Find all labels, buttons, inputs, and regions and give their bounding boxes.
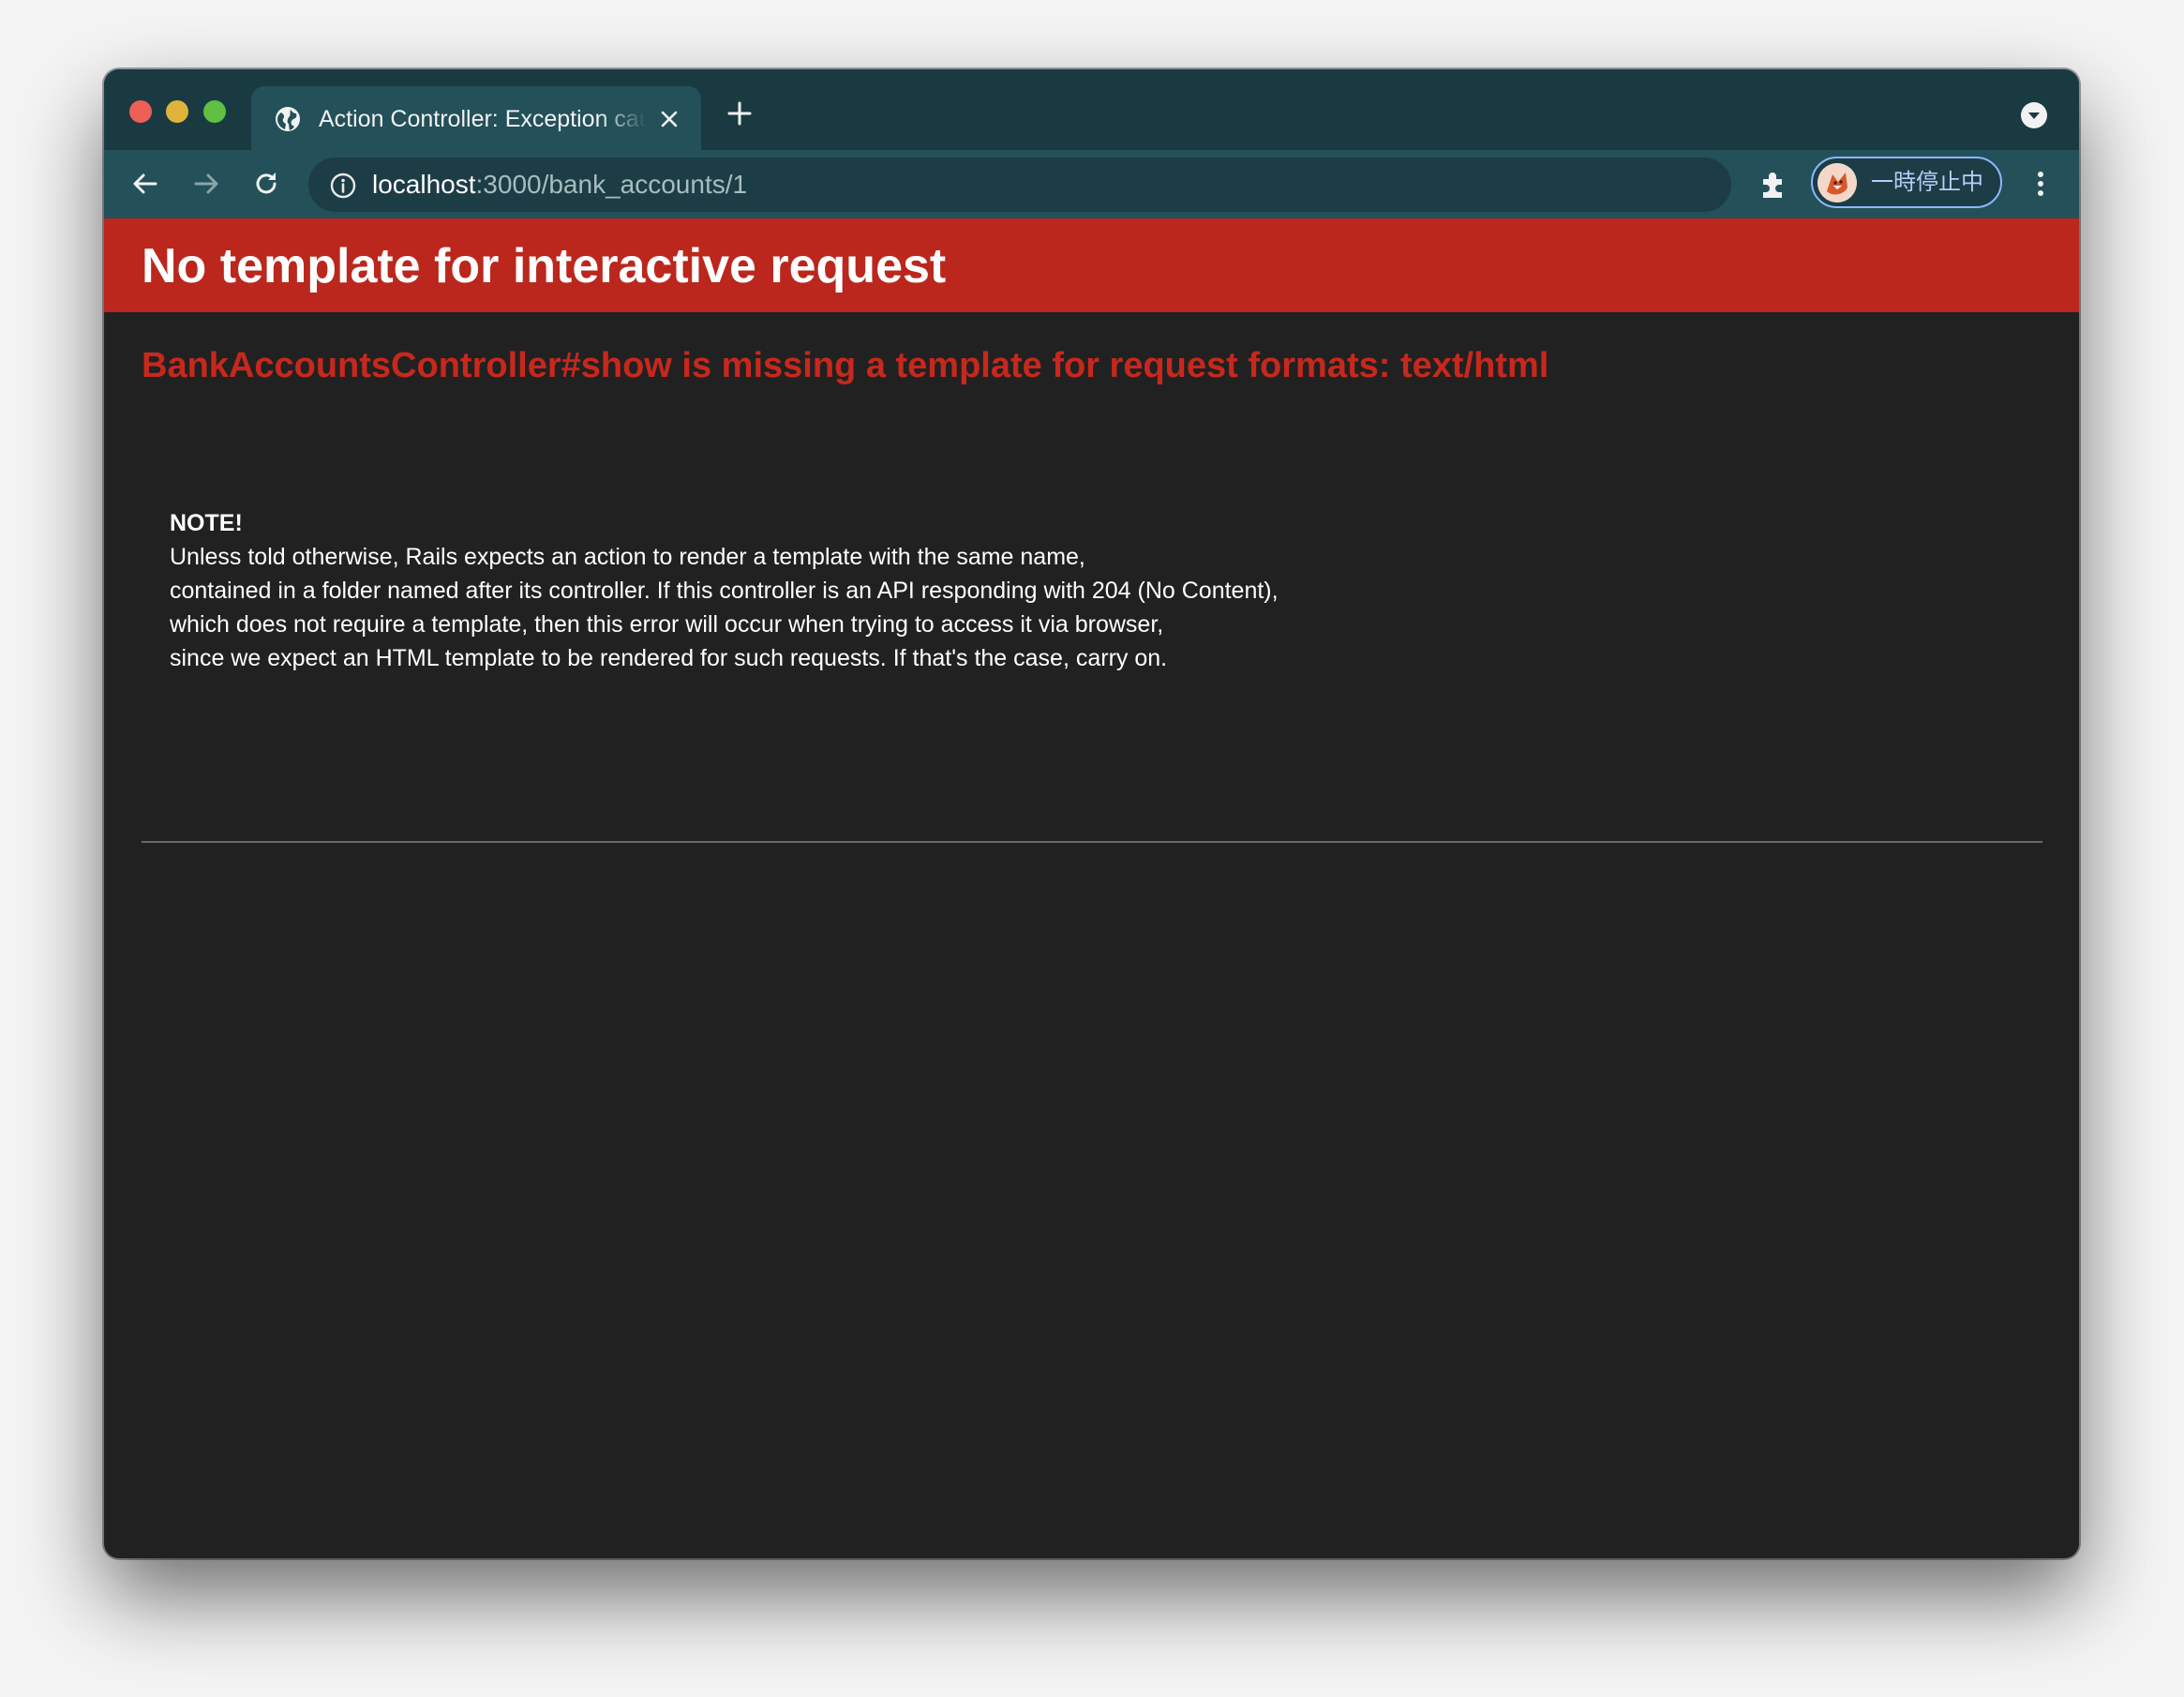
close-tab-icon[interactable] [658, 108, 681, 130]
profile-status-label: 一時停止中 [1871, 170, 1983, 195]
url-text[interactable]: localhost:3000/bank_accounts/1 [372, 168, 747, 202]
horizontal-divider [142, 841, 2042, 843]
address-bar[interactable]: localhost:3000/bank_accounts/1 G [308, 158, 1914, 212]
error-banner: No template for interactive request [104, 218, 2079, 312]
page-title: No template for interactive request [142, 239, 947, 293]
profile-button[interactable]: 一時停止中 [1811, 157, 2002, 208]
note-title: NOTE! [170, 510, 243, 536]
forward-arrow-icon[interactable] [191, 169, 221, 199]
close-window-button[interactable] [129, 100, 152, 123]
new-tab-icon[interactable] [726, 99, 754, 128]
note-line: since we expect an HTML template to be r… [170, 645, 1168, 671]
page-content: No template for interactive request Bank… [104, 218, 2079, 1558]
tab-title: Action Controller: Exception caught [319, 106, 647, 132]
fox-avatar-icon [1818, 163, 1857, 203]
maximize-window-button[interactable] [203, 100, 226, 123]
tab-strip: Action Controller: Exception caught [104, 69, 2079, 150]
url-host: localhost [372, 170, 476, 199]
note-line: which does not require a template, then … [170, 611, 1164, 638]
note-line: Unless told otherwise, Rails expects an … [170, 544, 1085, 570]
extensions-puzzle-icon[interactable] [1758, 169, 1789, 201]
url-path: :3000/bank_accounts/1 [475, 170, 748, 199]
minimize-window-button[interactable] [166, 100, 188, 123]
info-icon[interactable] [329, 172, 357, 200]
avatar [1818, 163, 1857, 203]
error-heading: BankAccountsController#show is missing a… [142, 346, 1549, 385]
globe-icon [276, 107, 300, 131]
tab-search-icon[interactable] [2020, 101, 2048, 129]
back-arrow-icon[interactable] [130, 169, 160, 199]
note-line: contained in a folder named after its co… [170, 578, 1279, 604]
browser-toolbar: localhost:3000/bank_accounts/1 G [104, 150, 2079, 218]
reload-icon[interactable] [251, 169, 281, 199]
browser-window: Action Controller: Exception caught [104, 69, 2079, 1558]
active-tab[interactable]: Action Controller: Exception caught [251, 86, 701, 150]
note-block: NOTE! Unless told otherwise, Rails expec… [170, 506, 1857, 675]
kebab-menu-icon[interactable] [2027, 169, 2055, 199]
